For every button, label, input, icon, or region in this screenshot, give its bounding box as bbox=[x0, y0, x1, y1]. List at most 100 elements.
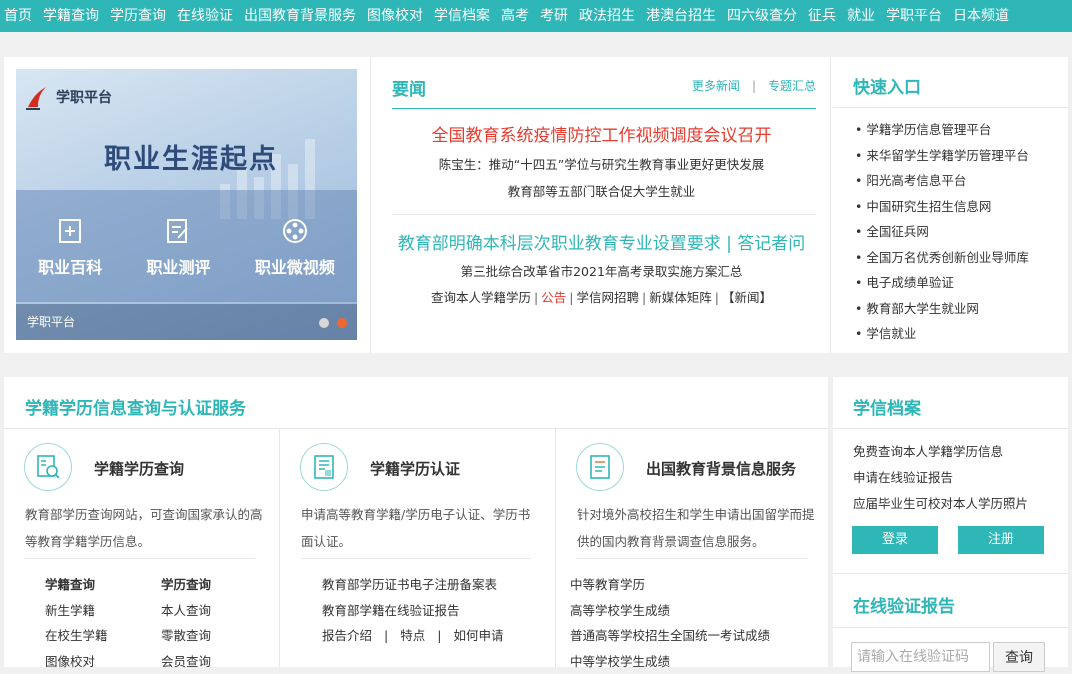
career-banner[interactable]: 学职平台 职业生涯起点 职业百科 职业测评 职业微视频 bbox=[16, 69, 357, 340]
banner-slogan: 职业生涯起点 bbox=[104, 137, 278, 176]
nav-degree-query[interactable]: 学历查询 bbox=[110, 0, 166, 32]
query-link[interactable]: 图像校对 bbox=[45, 649, 161, 674]
abroad-links: 中等教育学历 高等学校学生成绩 普通高等学校招生全国统一考试成绩 中等学校学生成… bbox=[570, 572, 770, 674]
certify-links: 教育部学历证书电子注册备案表 教育部学籍在线验证报告 报告介绍|特点|如何申请 bbox=[322, 572, 503, 649]
nav-abroad-background[interactable]: 出国教育背景服务 bbox=[244, 0, 356, 32]
quick-entry-item[interactable]: 学信就业 bbox=[855, 321, 1029, 347]
report-document-icon bbox=[576, 443, 624, 491]
nav-career-platform[interactable]: 学职平台 bbox=[886, 0, 942, 32]
login-button[interactable]: 登录 bbox=[852, 526, 938, 554]
feature-career-wiki[interactable]: 职业百科 bbox=[38, 214, 102, 278]
bird-logo-icon bbox=[26, 83, 48, 111]
quick-entry-item[interactable]: 教育部大学生就业网 bbox=[855, 296, 1029, 322]
service-desc: 教育部学历查询网站，可查询国家承认的高等教育学籍学历信息。 bbox=[25, 501, 265, 555]
query-link[interactable]: 在校生学籍 bbox=[45, 623, 161, 649]
feature-career-video[interactable]: 职业微视频 bbox=[255, 214, 335, 278]
archive-feature: 申请在线验证报告 bbox=[853, 465, 1028, 491]
nav-image-proofread[interactable]: 图像校对 bbox=[367, 0, 423, 32]
quick-entry-item[interactable]: 学籍学历信息管理平台 bbox=[855, 117, 1029, 143]
service-desc: 针对境外高校招生和学生申请出国留学而提供的国内教育背景调查信息服务。 bbox=[577, 501, 817, 555]
carousel-dot[interactable] bbox=[319, 318, 329, 328]
divider bbox=[833, 627, 1068, 628]
certify-link[interactable]: 教育部学籍在线验证报告 bbox=[322, 598, 503, 624]
archive-panel: 学信档案 免费查询本人学籍学历信息 申请在线验证报告 应届毕业生可校对本人学历照… bbox=[833, 377, 1068, 667]
nav-home[interactable]: 首页 bbox=[4, 0, 32, 32]
nav-online-verify[interactable]: 在线验证 bbox=[177, 0, 233, 32]
query-link[interactable]: 学历查询 bbox=[161, 572, 261, 598]
recruitment-link[interactable]: 学信网招聘 bbox=[576, 290, 639, 305]
film-reel-icon bbox=[278, 214, 312, 248]
nav-hk-macau-tw[interactable]: 港澳台招生 bbox=[646, 0, 716, 32]
service-section: 学籍学历信息查询与认证服务 学籍学历查询 教育部学历查询网站，可查询国家承认的高… bbox=[4, 377, 828, 667]
query-links-grid: 学籍查询 学历查询 新生学籍 本人查询 在校生学籍 零散查询 图像校对 会员查询 bbox=[45, 572, 261, 674]
quick-entry: 快速入口 学籍学历信息管理平台 来华留学生学籍学历管理平台 阳光高考信息平台 中… bbox=[833, 57, 1068, 353]
carousel-dot-active[interactable] bbox=[337, 318, 347, 328]
abroad-link[interactable]: 普通高等学校招生全国统一考试成绩 bbox=[570, 623, 770, 649]
query-link[interactable]: 零散查询 bbox=[161, 623, 261, 649]
quick-entry-item[interactable]: 全国征兵网 bbox=[855, 219, 1029, 245]
quick-entry-list: 学籍学历信息管理平台 来华留学生学籍学历管理平台 阳光高考信息平台 中国研究生招… bbox=[855, 117, 1029, 347]
feature-label: 职业微视频 bbox=[255, 258, 335, 277]
quick-entry-item[interactable]: 阳光高考信息平台 bbox=[855, 168, 1029, 194]
carousel-dots bbox=[319, 318, 347, 328]
nav-student-status-query[interactable]: 学籍查询 bbox=[43, 0, 99, 32]
headline-link[interactable]: 教育部明确本科层次职业教育专业设置要求 | 答记者问 bbox=[371, 229, 832, 254]
headline-link[interactable]: 全国教育系统疫情防控工作视频调度会议召开 bbox=[371, 121, 832, 146]
divider bbox=[392, 214, 816, 215]
service-name[interactable]: 出国教育背景信息服务 bbox=[646, 458, 796, 479]
topics-link[interactable]: 专题汇总 bbox=[768, 79, 816, 93]
quick-entry-item[interactable]: 全国万名优秀创新创业导师库 bbox=[855, 245, 1029, 271]
nav-kaoyan[interactable]: 考研 bbox=[540, 0, 568, 32]
abroad-link[interactable]: 高等学校学生成绩 bbox=[570, 598, 770, 624]
announcement-link[interactable]: 公告 bbox=[541, 290, 566, 305]
service-title: 学籍学历信息查询与认证服务 bbox=[25, 394, 246, 419]
nav-employment[interactable]: 就业 bbox=[847, 0, 875, 32]
divider bbox=[833, 428, 1068, 429]
news-link[interactable]: 陈宝生：推动“十四五”学位与研究生教育事业更好更快发展 bbox=[371, 154, 832, 173]
more-news-link[interactable]: 更多新闻 bbox=[692, 79, 740, 93]
banner-caption: 学职平台 bbox=[16, 304, 357, 340]
verify-code-input[interactable] bbox=[851, 642, 990, 672]
nav-gaokao[interactable]: 高考 bbox=[501, 0, 529, 32]
service-name[interactable]: 学籍学历查询 bbox=[94, 458, 184, 479]
report-features-link[interactable]: 特点 bbox=[400, 628, 425, 643]
feature-label: 职业百科 bbox=[38, 258, 102, 277]
query-link[interactable]: 本人查询 bbox=[161, 598, 261, 624]
banner-feature-strip: 职业百科 职业测评 职业微视频 bbox=[16, 190, 357, 302]
service-col-abroad: 出国教育背景信息服务 针对境外高校招生和学生申请出国留学而提供的国内教育背景调查… bbox=[556, 429, 832, 667]
banner-logo: 学职平台 bbox=[26, 83, 112, 111]
feature-career-test[interactable]: 职业测评 bbox=[146, 214, 210, 278]
report-sublinks: 报告介绍|特点|如何申请 bbox=[322, 623, 503, 649]
quick-entry-item[interactable]: 电子成绩单验证 bbox=[855, 270, 1029, 296]
news-link[interactable]: 教育部等五部门联合促大学生就业 bbox=[371, 181, 832, 200]
service-col-query: 学籍学历查询 教育部学历查询网站，可查询国家承认的高等教育学籍学历信息。 学籍查… bbox=[4, 429, 280, 667]
service-col-certify: 学籍学历认证 申请高等教育学籍/学历电子认证、学历书面认证。 教育部学历证书电子… bbox=[280, 429, 556, 667]
news-tag-link[interactable]: 【新闻】 bbox=[722, 290, 772, 305]
query-link[interactable]: 新生学籍 bbox=[45, 598, 161, 624]
quick-entry-item[interactable]: 中国研究生招生信息网 bbox=[855, 194, 1029, 220]
new-media-link[interactable]: 新媒体矩阵 bbox=[649, 290, 712, 305]
nav-japan-channel[interactable]: 日本频道 bbox=[953, 0, 1009, 32]
query-own-status-link[interactable]: 查询本人学籍学历 bbox=[431, 290, 531, 305]
report-intro-link[interactable]: 报告介绍 bbox=[322, 628, 372, 643]
nav-law-admission[interactable]: 政法招生 bbox=[579, 0, 635, 32]
nav-conscription[interactable]: 征兵 bbox=[808, 0, 836, 32]
feature-label: 职业测评 bbox=[146, 258, 210, 277]
nav-archive[interactable]: 学信档案 bbox=[434, 0, 490, 32]
abroad-link[interactable]: 中等学校学生成绩 bbox=[570, 649, 770, 674]
service-name[interactable]: 学籍学历认证 bbox=[370, 458, 460, 479]
news-main: 要闻 更多新闻|专题汇总 全国教育系统疫情防控工作视频调度会议召开 陈宝生：推动… bbox=[370, 57, 831, 353]
service-desc: 申请高等教育学籍/学历电子认证、学历书面认证。 bbox=[301, 501, 541, 555]
quick-entry-item[interactable]: 来华留学生学籍学历管理平台 bbox=[855, 143, 1029, 169]
news-title: 要闻 bbox=[392, 75, 426, 100]
query-link[interactable]: 会员查询 bbox=[161, 649, 261, 674]
archive-title: 学信档案 bbox=[853, 394, 921, 419]
certify-link[interactable]: 教育部学历证书电子注册备案表 bbox=[322, 572, 503, 598]
abroad-link[interactable]: 中等教育学历 bbox=[570, 572, 770, 598]
news-link[interactable]: 第三批综合改革省市2021年高考录取实施方案汇总 bbox=[371, 261, 832, 280]
register-button[interactable]: 注册 bbox=[958, 526, 1044, 554]
verify-query-button[interactable]: 查询 bbox=[993, 642, 1045, 672]
query-link[interactable]: 学籍查询 bbox=[45, 572, 161, 598]
how-to-apply-link[interactable]: 如何申请 bbox=[453, 628, 503, 643]
nav-cet-score[interactable]: 四六级查分 bbox=[727, 0, 797, 32]
